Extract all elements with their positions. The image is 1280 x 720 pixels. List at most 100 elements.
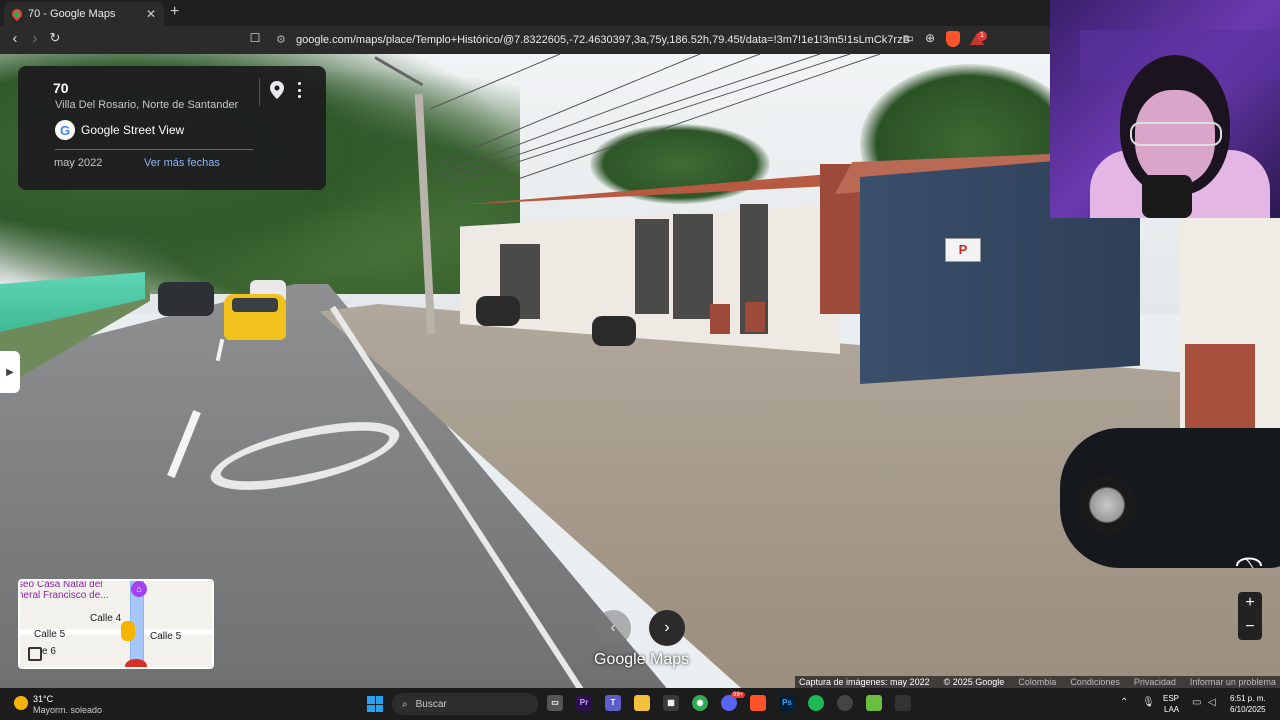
language-indicator[interactable]: ESP: [1163, 694, 1179, 703]
shop-door: [673, 214, 713, 319]
motorcycle: [592, 316, 636, 346]
google-logo-icon: G: [55, 120, 75, 140]
back-icon[interactable]: ‹: [6, 30, 24, 47]
copyright: © 2025 Google: [943, 677, 1005, 687]
clock-date[interactable]: 6/10/2025: [1230, 705, 1266, 714]
discord-badge: 99+: [731, 692, 746, 698]
capture-date: may 2022: [54, 157, 103, 169]
taxi-yellow: [224, 294, 286, 340]
chrome-icon[interactable]: ◉: [692, 695, 708, 711]
spotify-icon[interactable]: [808, 695, 824, 711]
network-icon[interactable]: ▭: [1192, 697, 1201, 708]
more-options-icon[interactable]: [293, 80, 305, 100]
zoom-in-button[interactable]: +: [1238, 592, 1262, 616]
chevron-right-icon: ▶: [6, 366, 14, 378]
search-label: Buscar: [415, 698, 447, 710]
street-view-source: G Google Street View: [55, 120, 184, 140]
previous-image-button[interactable]: ‹: [595, 610, 631, 646]
motorcycle: [476, 296, 520, 326]
microphone-icon[interactable]: 🎙: [1142, 697, 1155, 708]
task-view-icon[interactable]: ▭: [547, 695, 563, 711]
minimap-poi-label: neral Francisco de...: [18, 590, 109, 601]
google-maps-favicon-icon: [9, 6, 25, 22]
windows-start-icon[interactable]: [367, 696, 383, 712]
site-info-icon[interactable]: ⚙: [276, 29, 286, 51]
country-link[interactable]: Colombia: [1018, 676, 1056, 688]
tab-title: 70 - Google Maps: [28, 8, 116, 20]
tray-overflow-icon[interactable]: ⌃: [1120, 697, 1128, 708]
parking-sign: P: [945, 238, 981, 262]
cast-icon[interactable]: ▭: [900, 31, 916, 47]
microphone: [1142, 175, 1192, 218]
zoom-icon[interactable]: ⊕: [922, 31, 938, 47]
minecraft-icon[interactable]: [866, 695, 882, 711]
browser-tab[interactable]: 70 - Google Maps ✕: [4, 2, 164, 26]
location-pin-icon[interactable]: [270, 81, 284, 99]
weather-description: Mayorm. soleado: [33, 705, 103, 715]
webcam-overlay: [1050, 0, 1280, 218]
location-marker-icon: [125, 659, 147, 667]
obs-icon[interactable]: [837, 695, 853, 711]
taskbar-search[interactable]: ⌕ Buscar: [392, 693, 538, 715]
place-title: 70: [53, 80, 69, 96]
photoshop-icon[interactable]: Ps: [779, 695, 795, 711]
minimap-street-label: Calle 4: [90, 613, 122, 624]
minimap-street-label: Calle 5: [34, 629, 66, 640]
next-image-button[interactable]: ›: [649, 610, 685, 646]
report-problem-link[interactable]: Informar un problema: [1190, 676, 1276, 688]
teams-icon[interactable]: T: [605, 695, 621, 711]
chevron-left-icon: ‹: [610, 619, 616, 636]
url-text: google.com/maps/place/Templo+Histórico/@…: [296, 34, 910, 46]
weather-sun-icon[interactable]: [14, 696, 28, 710]
more-dates-link[interactable]: Ver más fechas: [144, 157, 220, 169]
address-bar[interactable]: ⚙ google.com/maps/place/Templo+Histórico…: [270, 29, 910, 51]
car-dark: [158, 282, 214, 316]
shop-door: [635, 219, 669, 314]
expand-side-panel-button[interactable]: ▶: [0, 351, 20, 393]
museum-poi-icon[interactable]: ⌂: [131, 581, 147, 597]
zoom-out-button[interactable]: −: [1238, 616, 1262, 640]
reload-icon[interactable]: ↻: [46, 30, 64, 46]
brave-browser-icon[interactable]: [750, 695, 766, 711]
clock-time[interactable]: 6:51 p. m.: [1230, 694, 1266, 703]
compass-icon[interactable]: [1233, 550, 1265, 574]
car-black: [1060, 428, 1280, 568]
location-info-card: 70 Villa Del Rosario, Norte de Santander…: [18, 66, 326, 190]
bookmark-icon[interactable]: ☐: [247, 31, 263, 47]
service-label: Google Street View: [81, 123, 185, 137]
privacy-link[interactable]: Privacidad: [1134, 676, 1176, 688]
volume-icon[interactable]: ◁: [1208, 697, 1216, 708]
minimap[interactable]: seo Casa Natal del neral Francisco de...…: [18, 579, 214, 669]
divider: [259, 78, 260, 106]
google-maps-logo: Google Maps: [594, 651, 690, 668]
forward-icon[interactable]: ›: [26, 30, 44, 47]
chevron-right-icon: ›: [664, 619, 670, 636]
language-layout: LAA: [1164, 705, 1180, 714]
terms-link[interactable]: Condiciones: [1070, 676, 1120, 688]
glasses: [1130, 122, 1222, 146]
brick-pillar: [745, 302, 765, 332]
expand-map-icon[interactable]: [28, 647, 42, 661]
shop-building: [440, 134, 880, 384]
place-subtitle: Villa Del Rosario, Norte de Santander: [55, 99, 239, 111]
brave-shields-icon[interactable]: [946, 31, 960, 47]
close-tab-icon[interactable]: ✕: [146, 7, 156, 21]
brick-pillar: [710, 304, 730, 334]
building-roof: [470, 174, 830, 204]
app-icon[interactable]: [895, 695, 911, 711]
premiere-pro-icon[interactable]: Pr: [576, 695, 592, 711]
screen: 70 - Google Maps ✕ + ‹ › ↻ ☐ ⚙ google.co…: [0, 0, 1280, 720]
search-icon: ⌕: [402, 698, 408, 710]
minimap-poi-label: seo Casa Natal del: [18, 579, 103, 590]
maps-footer: Captura de imágenes: may 2022 © 2025 Goo…: [795, 676, 1280, 688]
file-explorer-icon[interactable]: [634, 695, 650, 711]
new-tab-button[interactable]: +: [170, 3, 179, 21]
weather-temperature: 31°C: [33, 694, 54, 704]
store-icon[interactable]: ▦: [663, 695, 679, 711]
card-divider: [55, 149, 253, 150]
rewards-badge: 1: [977, 31, 987, 41]
capture-date-footer: Captura de imágenes: may 2022: [799, 677, 930, 687]
pegman-icon[interactable]: [121, 621, 135, 641]
minimap-street-label: e 6: [42, 646, 56, 657]
minimap-street-label: Calle 5: [150, 631, 182, 642]
